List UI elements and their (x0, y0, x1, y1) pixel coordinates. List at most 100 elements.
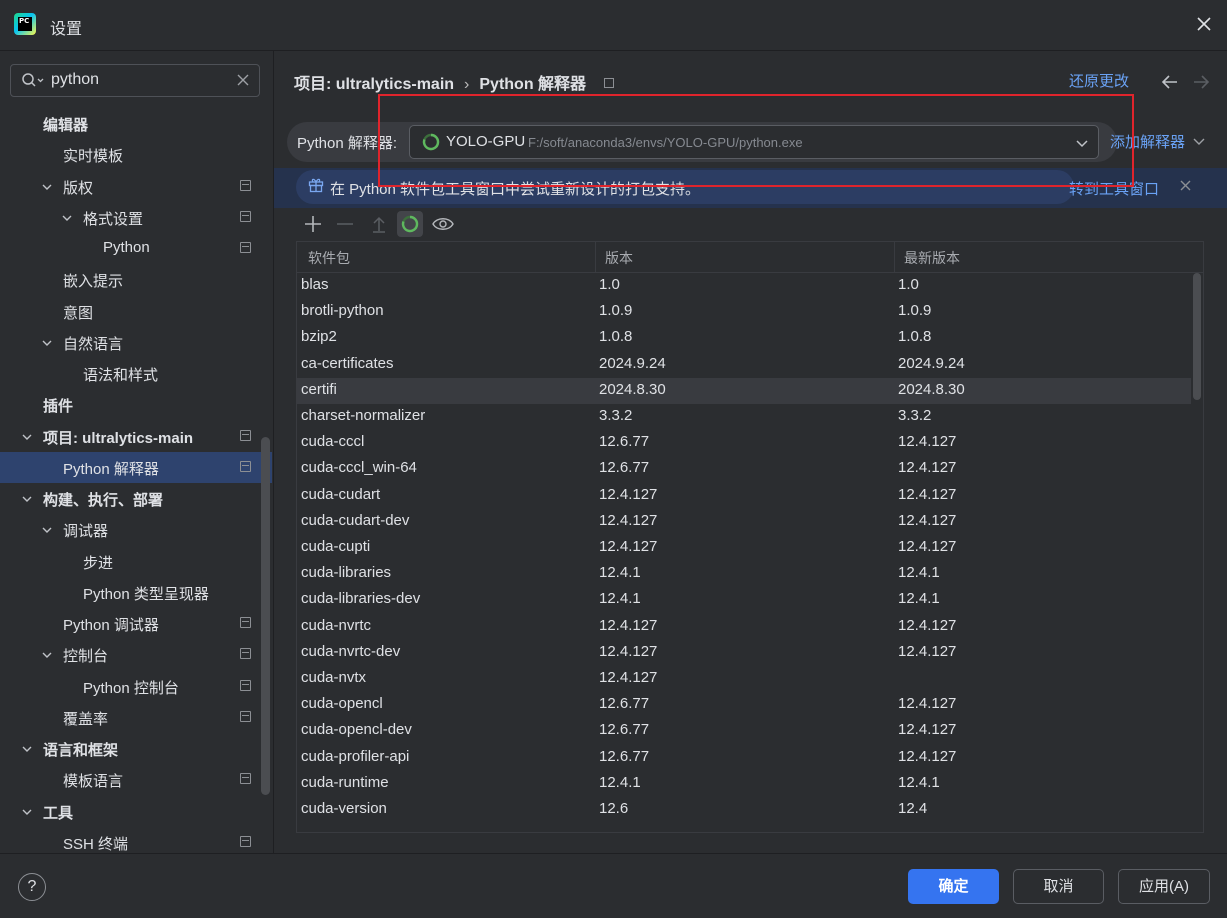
latest-version-cell: 1.0.9 (898, 302, 932, 320)
package-name-cell: cuda-cccl_win-64 (301, 459, 417, 477)
chevron-down-icon[interactable] (41, 181, 53, 193)
version-cell: 12.6.77 (599, 459, 650, 477)
sidebar-item[interactable]: Python 调试器 (0, 608, 272, 639)
interpreter-path: F:/soft/anaconda3/envs/YOLO-GPU/python.e… (528, 135, 803, 150)
column-header-package[interactable]: 软件包 (308, 248, 350, 268)
ok-button[interactable]: 确定 (908, 869, 999, 904)
clear-search-icon[interactable] (237, 74, 249, 86)
cancel-button[interactable]: 取消 (1013, 869, 1104, 904)
sidebar-item[interactable]: 意图 (0, 296, 272, 327)
sidebar-item-label: 意图 (63, 304, 94, 322)
table-row[interactable]: cuda-libraries 12.4.1 12.4.1 (297, 561, 1191, 587)
sidebar-item[interactable]: 格式设置 (0, 202, 272, 233)
table-row[interactable]: cuda-nvtx 12.4.127 (297, 666, 1191, 692)
column-divider[interactable] (595, 242, 596, 272)
version-cell: 12.6.77 (599, 747, 650, 765)
eye-icon[interactable] (430, 211, 456, 237)
table-row[interactable]: charset-normalizer 3.3.2 3.3.2 (297, 404, 1191, 430)
sidebar-item[interactable]: 语法和样式 (0, 358, 272, 389)
breadcrumb-project[interactable]: 项目: ultralytics-main (294, 76, 454, 93)
apply-button[interactable]: 应用(A) (1118, 869, 1210, 904)
upgrade-package-icon[interactable] (366, 211, 392, 237)
latest-version-cell: 12.4.127 (898, 616, 957, 634)
table-row[interactable]: bzip2 1.0.8 1.0.8 (297, 325, 1191, 351)
reset-changes-link[interactable]: 还原更改 (1069, 70, 1129, 91)
sidebar-item[interactable]: 项目: ultralytics-main (0, 421, 272, 452)
package-name-cell: cuda-libraries (301, 564, 392, 582)
sidebar-item[interactable]: Python 类型呈现器 (0, 577, 272, 608)
table-row[interactable]: cuda-opencl 12.6.77 12.4.127 (297, 692, 1191, 718)
chevron-down-icon[interactable] (41, 337, 53, 349)
table-row[interactable]: brotli-python 1.0.9 1.0.9 (297, 299, 1191, 325)
refresh-spinner-button[interactable] (397, 211, 423, 237)
chevron-down-icon[interactable] (41, 649, 53, 661)
close-icon[interactable] (1180, 180, 1191, 191)
banner-message: 在 Python 软件包工具窗口中尝试重新设计的打包支持。 (330, 181, 701, 198)
close-icon[interactable] (1193, 13, 1215, 35)
sidebar-item[interactable]: 自然语言 (0, 327, 272, 358)
title-bar: PC 设置 (0, 0, 1227, 51)
sidebar-item[interactable]: 插件 (0, 389, 272, 420)
table-row[interactable]: cuda-profiler-api 12.6.77 12.4.127 (297, 745, 1191, 771)
sidebar-item[interactable]: 嵌入提示 (0, 264, 272, 295)
sidebar-item[interactable]: Python 解释器 (0, 451, 272, 483)
table-row[interactable]: certifi 2024.8.30 2024.8.30 (297, 377, 1191, 404)
package-name-cell: cuda-nvrtc-dev (301, 642, 401, 660)
table-scrollbar[interactable] (1193, 273, 1201, 400)
table-row[interactable]: cuda-cupti 12.4.127 12.4.127 (297, 535, 1191, 561)
search-value: python (51, 71, 100, 88)
table-row[interactable]: cuda-libraries-dev 12.4.1 12.4.1 (297, 587, 1191, 613)
version-cell: 12.4.1 (599, 564, 641, 582)
package-name-cell: blas (301, 276, 329, 293)
sidebar-item[interactable]: 模板语言 (0, 764, 272, 795)
remove-package-icon[interactable] (332, 211, 358, 237)
sidebar-item[interactable]: SSH 终端 (0, 827, 272, 853)
back-arrow-icon[interactable] (1160, 73, 1180, 91)
table-row[interactable]: cuda-nvrtc-dev 12.4.127 12.4.127 (297, 640, 1191, 666)
interpreter-dropdown[interactable]: YOLO-GPU F:/soft/anaconda3/envs/YOLO-GPU… (409, 125, 1099, 159)
table-row[interactable]: cuda-cccl 12.6.77 12.4.127 (297, 430, 1191, 456)
table-row[interactable]: cuda-nvrtc 12.4.127 12.4.127 (297, 614, 1191, 640)
table-row[interactable]: cuda-cccl_win-64 12.6.77 12.4.127 (297, 456, 1191, 482)
table-row[interactable]: cuda-opencl-dev 12.6.77 12.4.127 (297, 718, 1191, 744)
table-row[interactable]: cuda-version 12.6 12.4 (297, 797, 1191, 823)
sidebar-item[interactable]: Python 控制台 (0, 671, 272, 702)
chevron-down-icon[interactable] (21, 806, 33, 818)
add-interpreter-button[interactable]: 添加解释器 (1110, 131, 1205, 152)
version-cell: 12.6.77 (599, 721, 650, 739)
chevron-down-icon[interactable] (21, 743, 33, 755)
table-row[interactable]: cuda-cudart 12.4.127 12.4.127 (297, 483, 1191, 509)
help-button[interactable]: ? (18, 873, 46, 901)
latest-version-cell: 12.4.127 (898, 433, 957, 451)
sidebar-item[interactable]: 控制台 (0, 639, 272, 670)
search-input[interactable]: python (10, 64, 260, 97)
sidebar-item[interactable]: 步进 (0, 546, 272, 577)
sidebar-item[interactable]: 编辑器 (0, 108, 272, 139)
table-row[interactable]: ca-certificates 2024.9.24 2024.9.24 (297, 352, 1191, 378)
sidebar-item[interactable]: Python (0, 233, 272, 264)
sidebar-item[interactable]: 构建、执行、部署 (0, 483, 272, 514)
go-to-tool-window-link[interactable]: 转到工具窗口 (1069, 178, 1159, 199)
chevron-down-icon[interactable] (21, 431, 33, 443)
sidebar-item[interactable]: 工具 (0, 796, 272, 827)
forward-arrow-icon[interactable] (1191, 73, 1211, 91)
sidebar-item[interactable]: 实时模板 (0, 139, 272, 170)
package-name-cell: cuda-version (301, 800, 387, 817)
chevron-down-icon[interactable] (61, 212, 73, 224)
column-header-latest-version[interactable]: 最新版本 (904, 248, 960, 268)
sidebar-item[interactable]: 调试器 (0, 514, 272, 545)
latest-version-cell: 12.4.127 (898, 695, 957, 713)
table-row[interactable]: cuda-runtime 12.4.1 12.4.1 (297, 771, 1191, 797)
sidebar-scrollbar[interactable] (261, 437, 270, 795)
table-row[interactable]: blas 1.0 1.0 (297, 273, 1191, 299)
column-divider[interactable] (894, 242, 895, 272)
chevron-down-icon[interactable] (21, 493, 33, 505)
sidebar-item[interactable]: 覆盖率 (0, 702, 272, 733)
version-cell: 12.4.1 (599, 773, 641, 791)
sidebar-item[interactable]: 语言和框架 (0, 733, 272, 764)
chevron-down-icon[interactable] (41, 524, 53, 536)
sidebar-item[interactable]: 版权 (0, 171, 272, 202)
add-package-icon[interactable] (300, 211, 326, 237)
table-row[interactable]: cuda-cudart-dev 12.4.127 12.4.127 (297, 509, 1191, 535)
column-header-version[interactable]: 版本 (605, 248, 633, 268)
